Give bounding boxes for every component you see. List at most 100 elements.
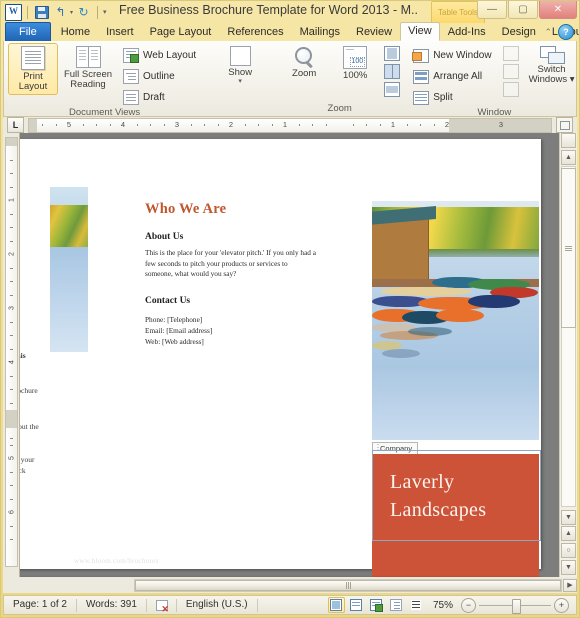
tab-add-ins[interactable]: Add-Ins	[440, 23, 494, 41]
tab-stop-selector[interactable]: L	[7, 117, 24, 133]
kayaks-on-lake-photo[interactable]	[372, 201, 539, 440]
redo-icon[interactable]: ↻	[75, 4, 92, 21]
scroll-down-button[interactable]: ▼	[561, 510, 576, 525]
view-web-layout-button[interactable]	[368, 597, 385, 613]
language-status[interactable]: English (U.S.)	[177, 597, 257, 613]
view-draft-button[interactable]	[408, 597, 425, 613]
ribbon-group-document-views: Print Layout Full Screen Reading Web Lay…	[4, 41, 205, 118]
zoom-slider-handle[interactable]	[512, 598, 522, 614]
document-page-1[interactable]: this brochure about the ith your click W…	[19, 139, 541, 577]
vscroll-thumb[interactable]	[561, 168, 576, 328]
word-icon[interactable]: W	[5, 3, 22, 21]
tab-file[interactable]: File	[5, 22, 51, 41]
two-pages-icon[interactable]	[384, 64, 401, 79]
full-screen-reading-button[interactable]: Full Screen Reading	[59, 43, 117, 93]
vertical-scrollbar[interactable]: ▲ ▼ ▲ ○ ▼	[559, 133, 577, 577]
zoom-level-label[interactable]: 75%	[428, 600, 458, 611]
split-button[interactable]: Split	[410, 88, 496, 107]
hscroll-track[interactable]	[134, 578, 562, 592]
scroll-right-button[interactable]: ▶	[563, 578, 577, 592]
fragment-line-5: click	[19, 466, 26, 475]
view-side-by-side-icon[interactable]	[502, 46, 519, 61]
view-ruler-icon[interactable]	[556, 117, 573, 133]
switch-windows-button[interactable]: Switch Windows ▾	[525, 43, 579, 88]
reset-window-position-icon[interactable]	[502, 82, 519, 97]
minimize-ribbon-icon[interactable]: ⌃	[544, 27, 552, 38]
close-button[interactable]: ✕	[539, 1, 577, 19]
next-page-button[interactable]: ▼	[561, 560, 576, 575]
ribbon-group-zoom: Zoom 100 100% Zoom	[275, 41, 404, 116]
fragment-line-4: ith your	[20, 455, 35, 464]
page-number-status[interactable]: Page: 1 of 2	[4, 597, 76, 613]
autumn-lake-photo[interactable]	[50, 187, 88, 352]
about-us-body: This is the place for your 'elevator pit…	[145, 248, 317, 278]
vscroll-view-ruler-icon[interactable]	[561, 133, 576, 148]
zoom-out-button[interactable]: −	[461, 597, 476, 613]
view-print-layout-button[interactable]	[327, 597, 345, 613]
zoom-button[interactable]: Zoom	[279, 43, 329, 82]
undo-icon[interactable]: ↰	[52, 4, 69, 21]
vertical-ruler[interactable]: 1 2 3 4 5 6	[3, 133, 19, 577]
zoom-slider[interactable]	[479, 598, 551, 614]
help-icon[interactable]: ?	[558, 24, 574, 40]
print-layout-label-2: Layout	[18, 81, 48, 92]
tab-page-layout[interactable]: Page Layout	[142, 23, 220, 41]
previous-page-button[interactable]: ▲	[561, 526, 576, 541]
zoom-in-button[interactable]: +	[554, 597, 569, 613]
vruler-num-5: 5	[8, 456, 15, 460]
ruler-num-3: 3	[174, 119, 180, 129]
split-icon	[413, 90, 430, 105]
ruler-num-2: 2	[228, 119, 234, 129]
tab-design[interactable]: Design	[494, 23, 544, 41]
title-bar: W ↰ ▾ ↻ ▾ Free Business Brochure Templat…	[1, 1, 579, 23]
horizontal-ruler[interactable]: 5 4 3 2 1 1 2 3	[28, 117, 552, 133]
draft-label: Draft	[143, 92, 165, 103]
ruler-num-4: 4	[120, 119, 126, 129]
proofing-errors-icon[interactable]	[155, 599, 169, 614]
web-layout-button[interactable]: Web Layout	[120, 46, 201, 65]
about-us-heading: About Us	[145, 232, 184, 242]
ruler-num-1b: 1	[390, 119, 396, 129]
document-canvas[interactable]: this brochure about the ith your click W…	[19, 133, 559, 577]
undo-dropdown-icon[interactable]: ▾	[70, 9, 73, 16]
hscroll-thumb[interactable]	[135, 579, 561, 591]
scroll-up-button[interactable]: ▲	[561, 150, 576, 165]
vruler-num-3: 3	[8, 306, 15, 310]
arrange-all-icon	[413, 69, 430, 84]
tab-references[interactable]: References	[219, 23, 291, 41]
zoom-100-icon: 100	[343, 46, 368, 69]
tab-mailings[interactable]: Mailings	[292, 23, 348, 41]
show-button[interactable]: Show ▾	[215, 43, 265, 88]
minimize-button[interactable]: —	[477, 1, 507, 19]
view-full-screen-reading-button[interactable]	[348, 597, 365, 613]
tab-home[interactable]: Home	[53, 23, 98, 41]
outline-button[interactable]: Outline	[120, 67, 201, 86]
synchronous-scrolling-icon[interactable]	[502, 64, 519, 79]
arrange-all-button[interactable]: Arrange All	[410, 67, 496, 86]
switch-windows-icon	[539, 46, 565, 64]
tab-insert[interactable]: Insert	[98, 23, 142, 41]
company-logo-block[interactable]: Laverly Landscapes	[372, 454, 539, 577]
customize-qat-icon[interactable]: ▾	[103, 8, 107, 16]
view-outline-button[interactable]	[388, 597, 405, 613]
qat-divider	[27, 5, 28, 19]
save-icon[interactable]	[33, 4, 50, 21]
select-browse-object-button[interactable]: ○	[561, 543, 576, 558]
show-dropdown-icon[interactable]: ▾	[238, 78, 242, 85]
draft-button[interactable]: Draft	[120, 88, 201, 107]
new-window-button[interactable]: New Window	[410, 46, 496, 65]
zoom-100-button[interactable]: 100 100%	[330, 43, 380, 84]
print-layout-button[interactable]: Print Layout	[8, 43, 58, 95]
word-count-status[interactable]: Words: 391	[77, 597, 146, 613]
qat-divider-2	[97, 5, 99, 19]
tab-review[interactable]: Review	[348, 23, 400, 41]
new-window-icon	[412, 48, 430, 63]
full-screen-reading-icon	[75, 46, 101, 68]
maximize-button[interactable]: ▢	[508, 1, 538, 19]
contact-us-heading: Contact Us	[145, 296, 191, 306]
tab-view[interactable]: View	[400, 22, 440, 41]
print-layout-icon	[21, 46, 45, 70]
show-group-label	[215, 103, 265, 116]
one-page-icon[interactable]	[384, 46, 401, 61]
page-width-icon[interactable]	[384, 82, 401, 97]
